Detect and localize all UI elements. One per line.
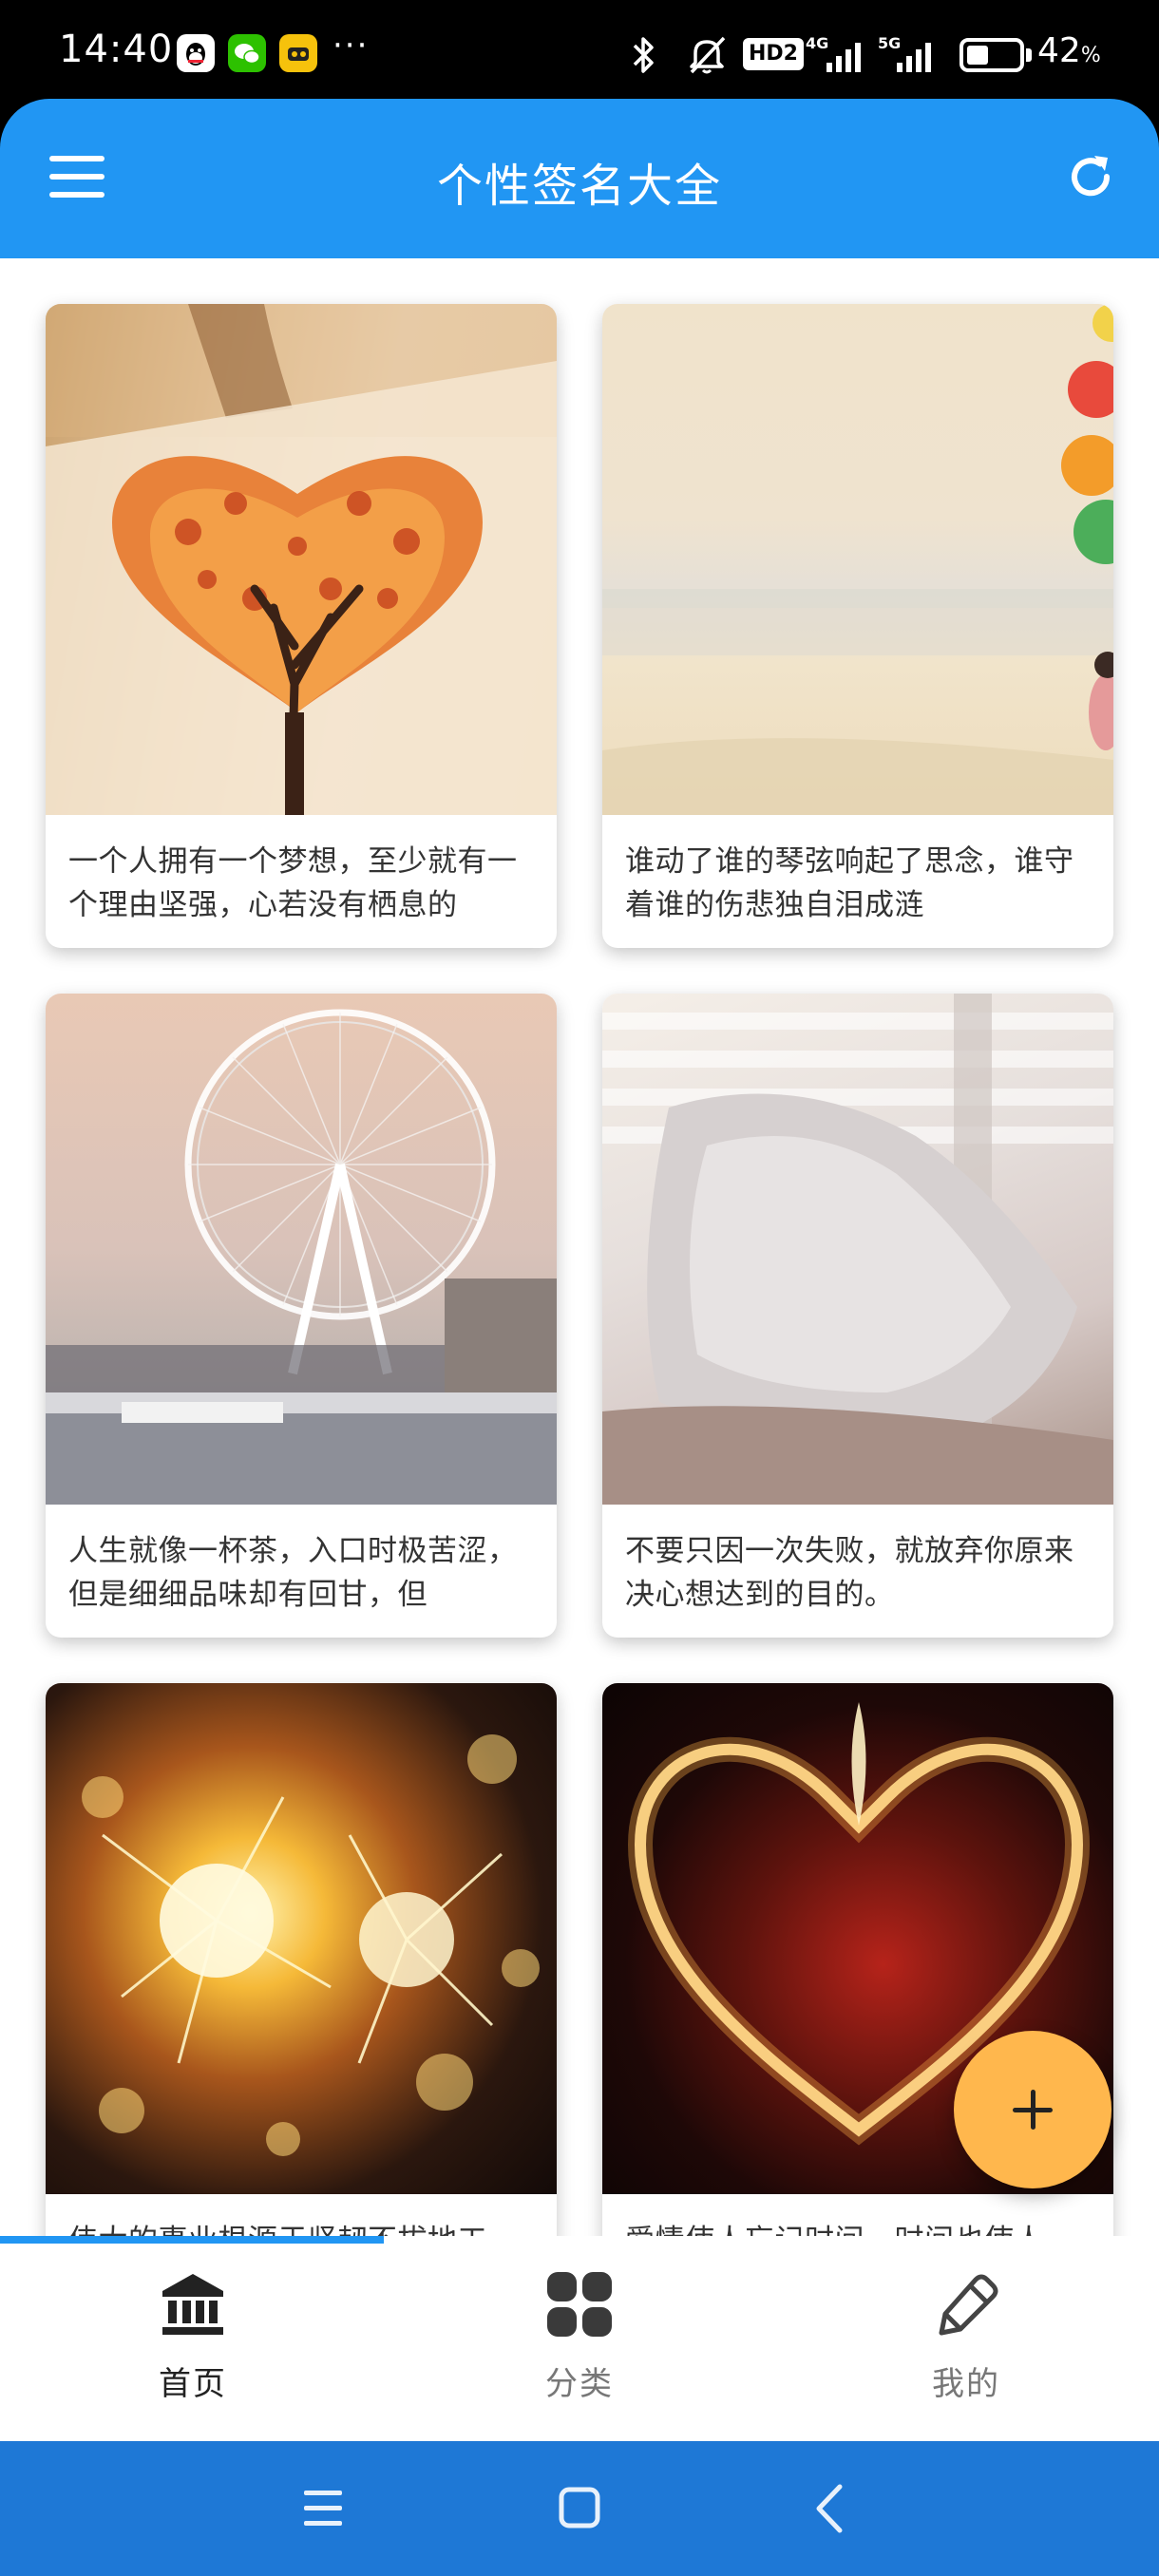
signature-card[interactable]: 一个人拥有一个梦想，至少就有一个理由坚强，心若没有栖息的 [46, 304, 557, 948]
network-type-1: 4G [806, 34, 829, 52]
bottom-navigation: 首页 分类 我的 [0, 2236, 1159, 2441]
pencil-edit-icon [932, 2270, 1000, 2339]
yuque-notification-icon [279, 34, 317, 72]
card-signature-text: 伟大的事业根源于坚韧不拔地工 [46, 2194, 557, 2236]
bank-home-icon [159, 2270, 227, 2339]
grid-category-icon [545, 2270, 614, 2339]
signature-card[interactable]: 人生就像一杯茶，入口时极苦涩，但是细细品味却有回甘，但 [46, 994, 557, 1638]
battery-icon [960, 38, 1032, 72]
status-bar: 14:40 ··· HD2 4G 5G 42% [0, 0, 1159, 99]
battery-percent: 42% [1037, 31, 1101, 70]
back-button[interactable] [764, 2441, 897, 2576]
nav-label-category: 分类 [545, 2365, 614, 2403]
nav-item-mine[interactable]: 我的 [773, 2236, 1159, 2441]
recent-apps-button[interactable] [256, 2441, 390, 2576]
qq-notification-icon [177, 34, 215, 72]
more-notifications-icon: ··· [332, 27, 370, 65]
system-navigation-bar [0, 2441, 1159, 2576]
app-bar: 个性签名大全 [0, 99, 1159, 258]
card-image-ferris-wheel [46, 994, 557, 1505]
card-signature-text: 人生就像一杯茶，入口时极苦涩，但是细细品味却有回甘，但 [68, 1534, 518, 1612]
hd-voice-badge: HD2 [743, 38, 804, 70]
refresh-icon[interactable] [1062, 148, 1119, 205]
page-title: 个性签名大全 [436, 160, 722, 213]
card-signature-text: 一个人拥有一个梦想，至少就有一个理由坚强，心若没有栖息的 [68, 844, 518, 922]
nav-label-mine: 我的 [932, 2365, 1000, 2403]
card-image-heart-tree [46, 304, 557, 815]
home-button[interactable] [513, 2441, 646, 2576]
bluetooth-icon [627, 34, 659, 80]
signal-strength-1-icon [826, 38, 861, 72]
silent-mode-icon [684, 32, 730, 82]
signature-list[interactable]: 一个人拥有一个梦想，至少就有一个理由坚强，心若没有栖息的 谁动了谁的琴弦响起了思… [0, 258, 1159, 2236]
signature-card[interactable]: 不要只因一次失败，就放弃你原来决心想达到的目的。 [602, 994, 1113, 1638]
signature-card[interactable]: 伟大的事业根源于坚韧不拔地工 [46, 1683, 557, 2236]
status-time: 14:40 [59, 28, 174, 71]
nav-item-home[interactable]: 首页 [0, 2236, 386, 2441]
card-signature-text: 不要只因一次失败，就放弃你原来决心想达到的目的。 [625, 1534, 1074, 1612]
menu-button[interactable] [49, 156, 104, 198]
nav-item-category[interactable]: 分类 [387, 2236, 772, 2441]
signal-strength-2-icon [897, 38, 931, 72]
add-signature-button[interactable] [954, 2031, 1112, 2188]
card-signature-text: 爱情使人忘记时间，时间也使人 [602, 2194, 1113, 2236]
card-image-beach-balloons [602, 304, 1113, 815]
card-signature-text: 谁动了谁的琴弦响起了思念，谁守着谁的伤悲独自泪成涟 [625, 844, 1074, 922]
card-image-sparklers [46, 1683, 557, 2194]
nav-label-home: 首页 [159, 2365, 227, 2403]
signature-card[interactable]: 谁动了谁的琴弦响起了思念，谁守着谁的伤悲独自泪成涟 [602, 304, 1113, 948]
card-image-pillow [602, 994, 1113, 1505]
app-screen: 14:40 ··· HD2 4G 5G 42% 个性签名大全 一个人拥有一个梦想… [0, 0, 1159, 2576]
wechat-notification-icon [228, 34, 266, 72]
